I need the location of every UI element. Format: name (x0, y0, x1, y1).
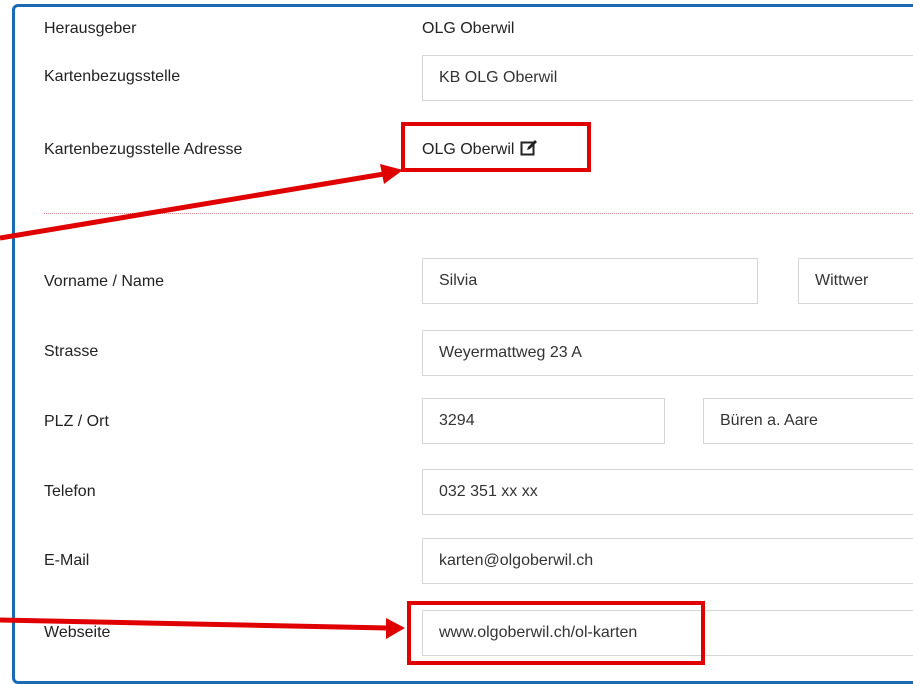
street-label: Strasse (44, 343, 99, 360)
first-name-input[interactable]: Silvia (422, 258, 758, 304)
email-label: E-Mail (44, 552, 90, 569)
section-divider (44, 213, 913, 214)
street-input[interactable]: Weyermattweg 23 A (422, 330, 913, 376)
annotation-box-address (401, 122, 591, 172)
annotation-box-website (407, 601, 705, 665)
map-source-address-label: Kartenbezugsstelle Adresse (44, 141, 243, 158)
name-label: Vorname / Name (44, 273, 165, 290)
last-name-input[interactable]: Wittwer (798, 258, 913, 304)
phone-label: Telefon (44, 483, 96, 500)
publisher-label: Herausgeber (44, 20, 137, 37)
map-source-input[interactable]: KB OLG Oberwil (422, 55, 913, 101)
zip-city-label: PLZ / Ort (44, 413, 109, 430)
zip-input[interactable]: 3294 (422, 398, 665, 444)
publisher-value: OLG Oberwil (422, 20, 515, 37)
map-source-label: Kartenbezugsstelle (44, 68, 181, 85)
city-input[interactable]: Büren a. Aare (703, 398, 913, 444)
phone-input[interactable]: 032 351 xx xx (422, 469, 913, 515)
website-label: Webseite (44, 624, 111, 641)
email-input[interactable]: karten@olgoberwil.ch (422, 538, 913, 584)
